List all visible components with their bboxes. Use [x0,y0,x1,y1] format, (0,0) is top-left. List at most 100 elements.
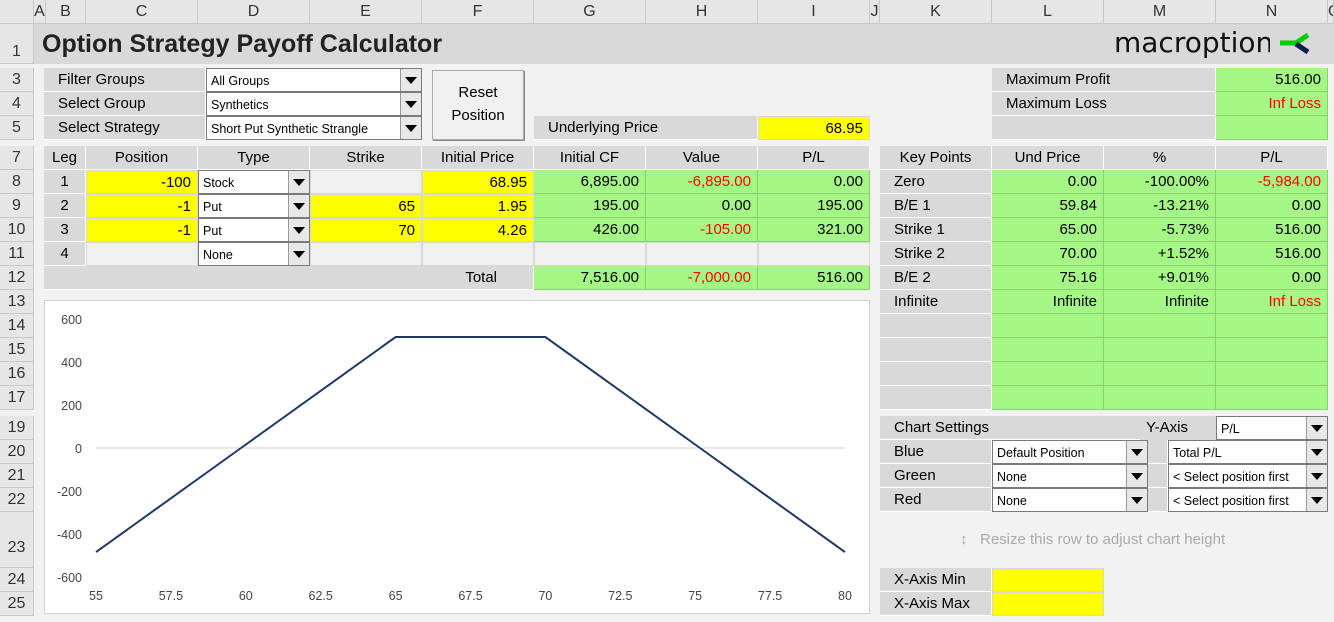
x-tick-label: 55 [89,589,103,603]
column-header-K[interactable]: K [880,0,992,24]
legs-header-leg: Leg [44,146,86,170]
summary-empty [992,116,1216,140]
key-point-pct: +9.01% [1104,266,1216,290]
max-profit-label: Maximum Profit [992,68,1216,92]
key-point-pl: 0.00 [1216,194,1328,218]
row-header-14[interactable]: 14 [0,314,34,338]
row-header-23[interactable]: 23 [0,512,34,568]
column-header-D[interactable]: D [198,0,310,24]
row-header-3[interactable]: 3 [0,68,34,92]
strike-input[interactable] [310,242,422,266]
row-header-25[interactable]: 25 [0,592,34,616]
chevron-down-icon[interactable] [400,69,421,91]
row-header-22[interactable]: 22 [0,488,34,512]
row-header-4[interactable]: 4 [0,92,34,116]
series-position-dropdown[interactable]: None [992,488,1148,512]
x-axis-min-input[interactable] [992,568,1104,592]
key-point-pl [1216,362,1328,386]
row-header-11[interactable]: 11 [0,242,34,266]
column-header-M[interactable]: M [1104,0,1216,24]
row-header-20[interactable]: 20 [0,440,34,464]
reset-line-2: Position [451,107,505,124]
key-point-price [992,362,1104,386]
row-header-10[interactable]: 10 [0,218,34,242]
row-header-12[interactable]: 12 [0,266,34,290]
strike-input[interactable] [310,170,422,194]
series-type-dropdown[interactable]: < Select position first [1168,464,1328,488]
key-point-name: Strike 1 [880,218,992,242]
chevron-down-icon[interactable] [288,243,309,265]
column-header-E[interactable]: E [310,0,422,24]
legs-header-position: Position [86,146,198,170]
position-input[interactable]: -100 [86,170,198,194]
key-point-pct: -100.00% [1104,170,1216,194]
initial-price-input[interactable] [422,242,534,266]
series-position-dropdown[interactable]: None [992,464,1148,488]
column-header-H[interactable]: H [646,0,758,24]
position-input[interactable] [86,242,198,266]
row-header-21[interactable]: 21 [0,464,34,488]
series-type-dropdown[interactable]: < Select position first [1168,488,1328,512]
row-header-17[interactable]: 17 [0,386,34,410]
column-header-J[interactable]: J [870,0,880,24]
row-header-9[interactable]: 9 [0,194,34,218]
underlying-price-input[interactable]: 68.95 [758,116,870,140]
x-tick-label: 67.5 [458,589,482,603]
column-header-I[interactable]: I [758,0,870,24]
initial-price-input[interactable]: 4.26 [422,218,534,242]
row-header-13[interactable]: 13 [0,290,34,314]
series-position-dropdown[interactable]: Default Position [992,440,1148,464]
value-cell: -105.00 [646,218,758,242]
chevron-down-icon[interactable] [1306,417,1327,439]
row-header-15[interactable]: 15 [0,338,34,362]
strike-input[interactable]: 65 [310,194,422,218]
row-header-8[interactable]: 8 [0,170,34,194]
spacer [1148,464,1168,488]
position-input[interactable]: -1 [86,194,198,218]
strike-input[interactable]: 70 [310,218,422,242]
filter-groups-dropdown[interactable]: All Groups [206,68,422,92]
position-input[interactable]: -1 [86,218,198,242]
row-header-5[interactable]: 5 [0,116,34,140]
chevron-down-icon[interactable] [400,117,421,139]
x-axis-max-label: X-Axis Max [880,592,992,616]
column-header-L[interactable]: L [992,0,1104,24]
chevron-down-icon[interactable] [288,195,309,217]
key-point-price [992,386,1104,410]
column-header-C[interactable]: C [86,0,198,24]
initial-price-input[interactable]: 1.95 [422,194,534,218]
column-header-B[interactable]: B [46,0,86,24]
initial-cf-value: 195.00 [534,194,646,218]
chevron-down-icon[interactable] [288,171,309,193]
column-header-A[interactable]: A [34,0,46,24]
row-header-19[interactable]: 19 [0,416,34,440]
chevron-down-icon[interactable] [288,219,309,241]
key-point-name [880,362,992,386]
column-header-N[interactable]: N [1216,0,1328,24]
chevron-down-icon[interactable] [400,93,421,115]
row-header-16[interactable]: 16 [0,362,34,386]
chevron-down-icon[interactable] [1306,465,1327,487]
legs-header-strike: Strike [310,146,422,170]
y-tick-label: 600 [61,313,82,327]
chevron-down-icon[interactable] [1126,441,1147,463]
select-all-corner[interactable] [0,0,34,24]
row-header-24[interactable]: 24 [0,568,34,592]
select-strategy-dropdown[interactable]: Short Put Synthetic Strangle [206,116,422,140]
x-axis-max-input[interactable] [992,592,1104,616]
select-group-dropdown[interactable]: Synthetics [206,92,422,116]
column-header-O[interactable]: O [1328,0,1334,24]
key-points-header-1: Und Price [992,146,1104,170]
series-type-dropdown[interactable]: Total P/L [1168,440,1328,464]
column-header-F[interactable]: F [422,0,534,24]
chevron-down-icon[interactable] [1306,441,1327,463]
initial-price-input[interactable]: 68.95 [422,170,534,194]
row-header-1[interactable]: 1 [0,24,34,64]
chevron-down-icon[interactable] [1306,489,1327,511]
column-header-G[interactable]: G [534,0,646,24]
row-header-7[interactable]: 7 [0,146,34,170]
reset-position-button[interactable]: Reset Position [432,70,524,140]
chevron-down-icon[interactable] [1126,465,1147,487]
x-axis-min-label: X-Axis Min [880,568,992,592]
chevron-down-icon[interactable] [1126,489,1147,511]
